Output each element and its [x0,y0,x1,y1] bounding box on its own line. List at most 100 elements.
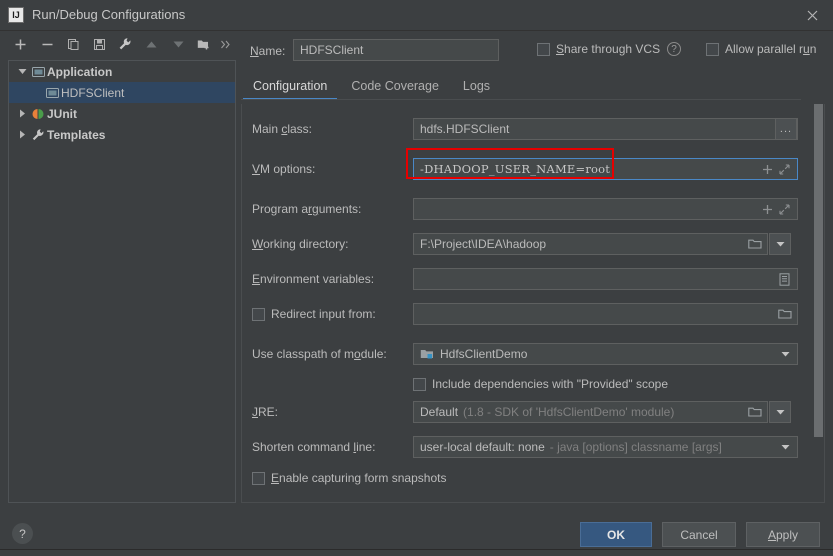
tab-configuration[interactable]: Configuration [241,79,339,100]
remove-configuration-button[interactable] [37,34,57,54]
cancel-button[interactable]: Cancel [662,522,736,547]
include-provided-checkbox[interactable]: Include dependencies with "Provided" sco… [413,375,668,393]
tree-node-hdfsclient[interactable]: HDFSClient [9,82,235,103]
tree-node-label: Templates [47,127,106,142]
application-icon [43,87,61,99]
tree-node-label: HDFSClient [61,85,125,100]
editor-tabs: Configuration Code Coverage Logs [241,72,825,100]
configuration-editor-panel: Name: Share through VCS ? Allow parallel… [241,31,825,503]
help-button[interactable]: ? [12,523,33,544]
environment-variables-input[interactable] [413,268,798,290]
junit-icon [29,108,47,120]
tab-logs[interactable]: Logs [451,79,502,100]
redirect-input-row: Redirect input from: [242,303,802,325]
share-through-vcs-checkbox[interactable]: Share through VCS ? [537,42,682,56]
close-icon[interactable] [797,3,827,27]
ok-button[interactable]: OK [580,522,652,547]
vm-options-input[interactable]: -DHADOOP_USER_NAME=root [413,158,798,180]
plus-icon[interactable] [759,160,776,178]
main-class-label: Main class: [252,122,313,136]
question-icon[interactable]: ? [667,42,682,56]
redirect-input-label: Redirect input from: [271,307,376,321]
program-arguments-input[interactable] [413,198,798,220]
edit-templates-button[interactable] [115,34,135,54]
plus-icon[interactable] [759,200,776,218]
intellij-logo-icon: IJ [8,7,24,23]
move-down-button[interactable] [168,34,188,54]
title-bar: IJ Run/Debug Configurations [0,0,833,31]
shorten-command-line-value-group: user-local default: none - java [options]… [420,440,777,454]
program-arguments-label: Program arguments: [252,202,362,216]
classpath-module-dropdown[interactable]: HdfsClientDemo [413,343,798,365]
jre-label: JRE: [252,405,279,419]
apply-button[interactable]: Apply [746,522,820,547]
module-icon [420,348,434,360]
working-directory-dropdown[interactable] [769,233,791,255]
folder-icon[interactable] [746,403,763,421]
new-folder-button[interactable] [194,34,214,54]
save-configuration-button[interactable] [89,34,109,54]
expand-icon[interactable] [776,160,793,178]
jre-value-detail: (1.8 - SDK of 'HdfsClientDemo' module) [463,405,675,419]
redirect-input-checkbox[interactable]: Redirect input from: [252,305,376,323]
tree-node-junit[interactable]: JUnit [9,103,235,124]
include-provided-label: Include dependencies with "Provided" sco… [432,377,669,391]
include-provided-row: Include dependencies with "Provided" sco… [242,375,802,397]
configurations-tree[interactable]: Application HDFSClient JUnit Templates [8,60,236,503]
redirect-input-checkbox-box[interactable] [252,307,265,321]
shorten-command-line-label: Shorten command line: [252,440,376,454]
classpath-module-label: Use classpath of module: [252,347,387,361]
main-class-input[interactable]: hdfs.HDFSClient [413,118,798,140]
more-actions-button[interactable] [216,34,236,54]
tree-node-label: JUnit [47,106,77,121]
expand-arrow-right-icon[interactable] [15,130,29,139]
copy-configuration-button[interactable] [63,34,83,54]
add-configuration-button[interactable] [10,34,30,54]
expand-arrow-down-icon[interactable] [15,68,29,75]
classpath-module-value: HdfsClientDemo [440,347,528,361]
working-directory-input[interactable]: F:\Project\IDEA\hadoop [413,233,768,255]
shorten-command-line-value: user-local default: none [420,440,545,454]
folder-icon[interactable] [776,305,793,323]
jre-value: Default [420,405,459,419]
environment-variables-label: Environment variables: [252,272,375,286]
form-snapshots-checkbox[interactable]: Enable capturing form snapshots [252,469,446,487]
wrench-icon [29,128,47,141]
tree-node-application[interactable]: Application [9,61,235,82]
include-provided-checkbox-box[interactable] [413,377,426,391]
working-directory-value: F:\Project\IDEA\hadoop [420,237,547,251]
form-scrollbar-thumb[interactable] [814,104,823,437]
jre-input[interactable]: Default (1.8 - SDK of 'HdfsClientDemo' mo… [413,401,768,423]
form-snapshots-checkbox-box[interactable] [252,471,265,485]
chevron-down-icon[interactable] [777,351,793,357]
environment-variables-row: Environment variables: [242,268,802,290]
shorten-command-line-dropdown[interactable]: user-local default: none - java [options]… [413,436,798,458]
move-up-button[interactable] [141,34,161,54]
application-icon [29,66,47,78]
main-class-value: hdfs.HDFSClient [420,122,510,136]
list-icon[interactable] [776,270,793,288]
tab-code-coverage[interactable]: Code Coverage [339,79,451,100]
working-directory-label: Working directory: [252,237,349,251]
program-arguments-row: Program arguments: [242,198,802,220]
expand-icon[interactable] [776,200,793,218]
chevron-down-icon[interactable] [777,444,793,450]
name-input[interactable] [293,39,499,61]
tree-node-templates[interactable]: Templates [9,124,235,145]
main-class-browse-button[interactable]: ... [775,118,797,140]
redirect-input-field[interactable] [413,303,798,325]
classpath-module-row: Use classpath of module: HdfsClientDemo [242,343,802,365]
expand-arrow-right-icon[interactable] [15,109,29,118]
allow-parallel-checkbox-box[interactable] [706,42,719,56]
allow-parallel-run-checkbox[interactable]: Allow parallel run [706,42,816,56]
name-label: Name: [250,44,286,58]
main-class-row: Main class: hdfs.HDFSClient ... [242,118,802,140]
form-snapshots-row: Enable capturing form snapshots [242,469,802,491]
tree-node-label: Application [47,64,113,79]
jre-dropdown[interactable] [769,401,791,423]
jre-row: JRE: Default (1.8 - SDK of 'HdfsClientDem… [242,401,802,423]
share-vcs-checkbox-box[interactable] [537,42,550,56]
shorten-command-line-row: Shorten command line: user-local default… [242,436,802,458]
vm-options-row: VM options: -DHADOOP_USER_NAME=root [242,158,802,180]
folder-icon[interactable] [746,235,763,253]
